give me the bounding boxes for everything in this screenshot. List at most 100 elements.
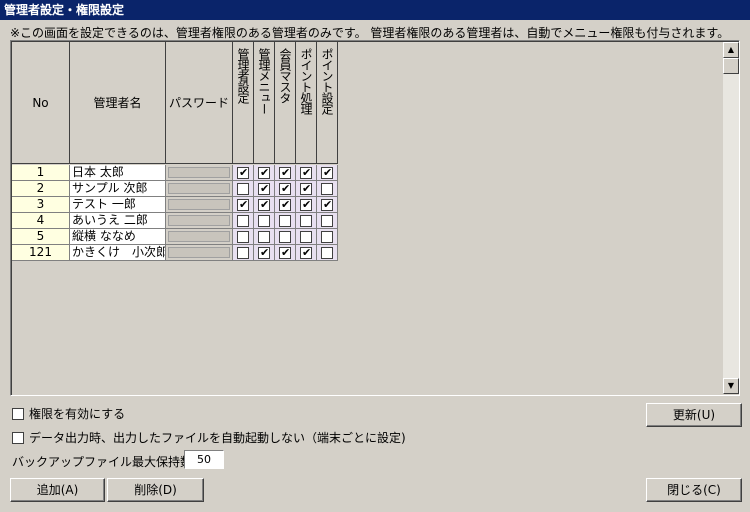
delete-button[interactable]: 削除(D)	[107, 478, 204, 502]
cell-password[interactable]	[166, 229, 233, 245]
backup-count-input[interactable]: 50	[184, 450, 224, 469]
cell-no[interactable]: 121	[12, 245, 70, 261]
cell-permission[interactable]	[275, 213, 296, 229]
permission-checkbox[interactable]: ✔	[300, 198, 312, 211]
cell-no[interactable]: 5	[12, 229, 70, 245]
permission-checkbox[interactable]	[279, 231, 291, 243]
cell-permission[interactable]	[317, 229, 338, 245]
cell-permission[interactable]	[317, 213, 338, 229]
checkbox-box[interactable]	[12, 407, 24, 420]
cell-permission[interactable]	[296, 213, 317, 229]
add-button[interactable]: 追加(A)	[10, 478, 105, 502]
permission-checkbox[interactable]	[237, 247, 249, 259]
permission-checkbox[interactable]	[237, 231, 249, 243]
cell-permission[interactable]	[233, 181, 254, 197]
password-field[interactable]	[168, 215, 230, 226]
cell-permission[interactable]: ✔	[296, 197, 317, 213]
header-perm-admin[interactable]: 管理者設定	[233, 42, 254, 164]
permission-checkbox[interactable]	[321, 215, 333, 227]
password-field[interactable]	[168, 231, 230, 242]
cell-permission[interactable]: ✔	[233, 197, 254, 213]
header-perm-menu[interactable]: 管理メニュー	[254, 42, 275, 164]
scroll-down-icon[interactable]: ▼	[723, 378, 739, 394]
cell-permission[interactable]: ✔	[275, 165, 296, 181]
scroll-thumb[interactable]	[723, 58, 739, 74]
cell-permission[interactable]	[254, 229, 275, 245]
permission-checkbox[interactable]: ✔	[321, 198, 333, 211]
cell-permission[interactable]: ✔	[275, 245, 296, 261]
cell-name[interactable]: あいうえ 二郎	[70, 213, 166, 229]
permission-checkbox[interactable]: ✔	[258, 198, 270, 211]
cell-no[interactable]: 1	[12, 165, 70, 181]
cell-permission[interactable]: ✔	[254, 181, 275, 197]
permission-checkbox[interactable]	[258, 231, 270, 243]
cell-permission[interactable]	[317, 181, 338, 197]
permission-checkbox[interactable]	[237, 215, 249, 227]
cell-permission[interactable]: ✔	[233, 165, 254, 181]
enable-perm-checkbox[interactable]: 権限を有効にする	[12, 405, 125, 422]
cell-permission[interactable]: ✔	[296, 165, 317, 181]
cell-permission[interactable]: ✔	[317, 165, 338, 181]
permission-checkbox[interactable]: ✔	[237, 198, 249, 211]
cell-permission[interactable]	[233, 229, 254, 245]
checkbox-box[interactable]	[12, 431, 24, 444]
header-name[interactable]: 管理者名	[70, 42, 166, 164]
scroll-up-icon[interactable]: ▲	[723, 42, 739, 58]
permission-checkbox[interactable]: ✔	[258, 166, 270, 179]
cell-no[interactable]: 4	[12, 213, 70, 229]
cell-permission[interactable]: ✔	[275, 181, 296, 197]
header-password[interactable]: パスワード	[166, 42, 233, 164]
cell-permission[interactable]	[296, 229, 317, 245]
permission-checkbox[interactable]: ✔	[237, 166, 249, 179]
permission-checkbox[interactable]	[237, 183, 249, 195]
cell-permission[interactable]: ✔	[254, 165, 275, 181]
cell-permission[interactable]: ✔	[317, 197, 338, 213]
permission-checkbox[interactable]: ✔	[300, 182, 312, 195]
permission-checkbox[interactable]	[300, 231, 312, 243]
cell-no[interactable]: 2	[12, 181, 70, 197]
vertical-scrollbar[interactable]: ▲ ▼	[723, 42, 739, 394]
permission-checkbox[interactable]: ✔	[300, 246, 312, 259]
close-button[interactable]: 閉じる(C)	[646, 478, 742, 502]
cell-password[interactable]	[166, 213, 233, 229]
permission-checkbox[interactable]	[300, 215, 312, 227]
update-button[interactable]: 更新(U)	[646, 403, 742, 427]
permission-checkbox[interactable]: ✔	[258, 246, 270, 259]
password-field[interactable]	[168, 167, 230, 178]
header-no[interactable]: No	[12, 42, 70, 164]
cell-password[interactable]	[166, 165, 233, 181]
password-field[interactable]	[168, 199, 230, 210]
cell-permission[interactable]: ✔	[275, 197, 296, 213]
permission-checkbox[interactable]: ✔	[300, 166, 312, 179]
cell-permission[interactable]	[233, 213, 254, 229]
cell-permission[interactable]: ✔	[296, 245, 317, 261]
cell-name[interactable]: 日本 太郎	[70, 165, 166, 181]
permission-checkbox[interactable]: ✔	[279, 246, 291, 259]
password-field[interactable]	[168, 183, 230, 194]
permission-checkbox[interactable]	[279, 215, 291, 227]
header-perm-point-set[interactable]: ポイント設定	[317, 42, 338, 164]
cell-permission[interactable]: ✔	[254, 245, 275, 261]
cell-name[interactable]: 縦横 ななめ	[70, 229, 166, 245]
cell-password[interactable]	[166, 197, 233, 213]
cell-no[interactable]: 3	[12, 197, 70, 213]
permission-checkbox[interactable]: ✔	[279, 166, 291, 179]
password-field[interactable]	[168, 247, 230, 258]
permission-checkbox[interactable]: ✔	[321, 166, 333, 179]
header-perm-point-proc[interactable]: ポイント処理	[296, 42, 317, 164]
cell-password[interactable]	[166, 181, 233, 197]
permission-checkbox[interactable]: ✔	[258, 182, 270, 195]
cell-permission[interactable]: ✔	[296, 181, 317, 197]
no-autostart-checkbox[interactable]: データ出力時、出力したファイルを自動起動しない（端末ごとに設定)	[12, 429, 406, 446]
permission-checkbox[interactable]: ✔	[279, 198, 291, 211]
permission-checkbox[interactable]	[321, 247, 333, 259]
cell-name[interactable]: サンプル 次郎	[70, 181, 166, 197]
permission-checkbox[interactable]	[258, 215, 270, 227]
cell-permission[interactable]	[233, 245, 254, 261]
header-perm-member[interactable]: 会員マスタ	[275, 42, 296, 164]
cell-permission[interactable]	[254, 213, 275, 229]
permission-checkbox[interactable]	[321, 183, 333, 195]
cell-password[interactable]	[166, 245, 233, 261]
cell-permission[interactable]: ✔	[254, 197, 275, 213]
cell-name[interactable]: かきくけ 小次郎	[70, 245, 166, 261]
